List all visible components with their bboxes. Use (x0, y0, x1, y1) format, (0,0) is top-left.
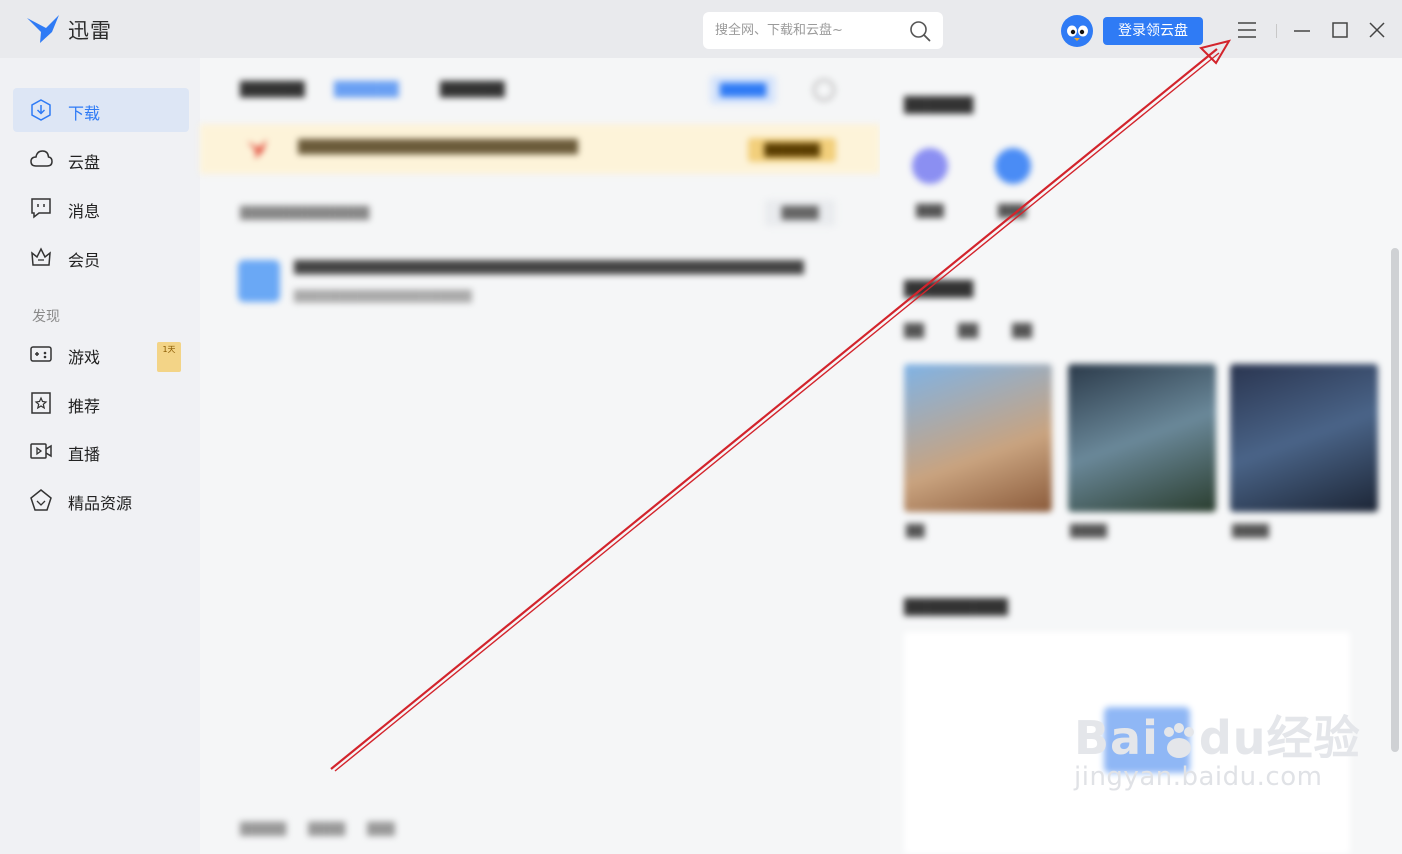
file-meta: █████████████████████ (294, 290, 472, 303)
tab-cloud-add[interactable]: ██████ (440, 82, 505, 98)
gamepad-icon (30, 346, 52, 362)
clear-button[interactable]: ████ (765, 200, 835, 226)
star-icon (31, 392, 51, 414)
sub-tab[interactable]: ██ (958, 324, 978, 339)
watermark-brand: Bai (1074, 711, 1159, 765)
new-task-button[interactable]: █████ (710, 76, 776, 104)
promo-badge: 1天 (157, 342, 181, 372)
sidebar-item-label: 云盘 (68, 153, 101, 172)
baidu-watermark: Bai du经验 jingyan.baidu.com (1074, 702, 1361, 792)
sidebar-item-message[interactable]: 消息 (13, 186, 189, 230)
poster-label: ████ (1070, 524, 1107, 538)
sidebar-item-label: 下载 (68, 104, 101, 123)
minimize-icon[interactable] (1290, 18, 1314, 42)
app-title: 迅雷 (68, 19, 112, 43)
avatar[interactable] (1060, 14, 1094, 48)
app-shortcut-icon[interactable] (912, 148, 948, 184)
sidebar-item-premium-resources[interactable]: 精品资源 (13, 478, 189, 522)
section-label-discover: 发现 (32, 309, 60, 325)
login-button[interactable]: 登录领云盘 (1103, 17, 1203, 45)
divider (1276, 24, 1277, 38)
movie-poster[interactable] (904, 364, 1052, 512)
gem-icon (30, 489, 52, 511)
tab-completed[interactable]: ██████ (334, 82, 399, 98)
app-shortcut-label: ███ (916, 204, 944, 218)
download-list-panel: ██████ ██████ ██████ █████ █████████████… (200, 58, 880, 854)
banner-text: ████████████████████████████ (298, 140, 578, 155)
sidebar-item-games[interactable]: 游戏 1天 (13, 332, 189, 376)
section-title: █████████ (904, 598, 1008, 616)
watermark-brand-suffix: du (1198, 711, 1267, 765)
live-icon (30, 443, 52, 459)
xunlei-logo-icon (27, 15, 59, 43)
status-bar: █████ ████ ███ (240, 822, 395, 836)
app-shortcut-label: ███ (998, 204, 1026, 218)
message-icon (31, 198, 51, 219)
search-input[interactable] (715, 12, 895, 49)
close-icon[interactable] (1365, 18, 1389, 42)
file-icon (238, 260, 280, 302)
sub-tab[interactable]: ██ (904, 324, 924, 339)
sub-tab[interactable]: ██ (1012, 324, 1032, 339)
xunlei-logo-icon (247, 139, 267, 159)
app-shortcut-icon[interactable] (995, 148, 1031, 184)
sidebar-item-label: 消息 (68, 202, 101, 221)
panel-title: ██████ (904, 96, 974, 114)
sidebar-item-recommend[interactable]: 推荐 (13, 381, 189, 425)
sidebar-item-label: 精品资源 (68, 494, 133, 513)
list-header: ██████████████ (240, 206, 370, 220)
search-icon[interactable] (909, 20, 931, 42)
download-icon (31, 99, 51, 121)
sidebar-item-label: 游戏 (68, 348, 101, 367)
watermark-brand-cn: 经验 (1266, 711, 1361, 765)
sidebar-item-label: 推荐 (68, 397, 101, 416)
vip-banner[interactable]: ████████████████████████████ ██████ (200, 124, 880, 174)
sidebar-item-label: 直播 (68, 445, 101, 464)
sidebar-item-download[interactable]: 下载 (13, 88, 189, 132)
poster-label: ████ (1232, 524, 1269, 538)
paw-icon (1163, 722, 1194, 758)
sidebar-item-live[interactable]: 直播 (13, 429, 189, 473)
file-name[interactable]: ████████████████████████████████████████… (294, 260, 804, 275)
vip-button[interactable]: ██████ (748, 138, 836, 162)
maximize-icon[interactable] (1328, 18, 1352, 42)
search-box[interactable] (703, 12, 943, 49)
crown-icon (31, 247, 51, 266)
sidebar-item-label: 会员 (68, 251, 101, 270)
tab-downloading[interactable]: ██████ (240, 82, 305, 98)
sidebar-item-cloud[interactable]: 云盘 (13, 137, 189, 181)
watermark-url: jingyan.baidu.com (1074, 762, 1323, 792)
title-bar: 迅雷 登录领云盘 (0, 0, 1402, 58)
cloud-icon (30, 150, 53, 167)
movie-poster[interactable] (1068, 364, 1216, 512)
menu-icon[interactable] (1235, 18, 1259, 42)
sidebar-item-vip[interactable]: 会员 (13, 235, 189, 279)
sidebar: 下载 云盘 消息 会员 发现 游戏 1天 推荐 直播 精品资源 (0, 58, 200, 854)
section-title: ██████ (904, 280, 974, 298)
settings-icon[interactable] (812, 78, 836, 102)
movie-poster[interactable] (1230, 364, 1378, 512)
poster-label: ██ (906, 524, 925, 538)
scrollbar[interactable] (1391, 248, 1399, 752)
